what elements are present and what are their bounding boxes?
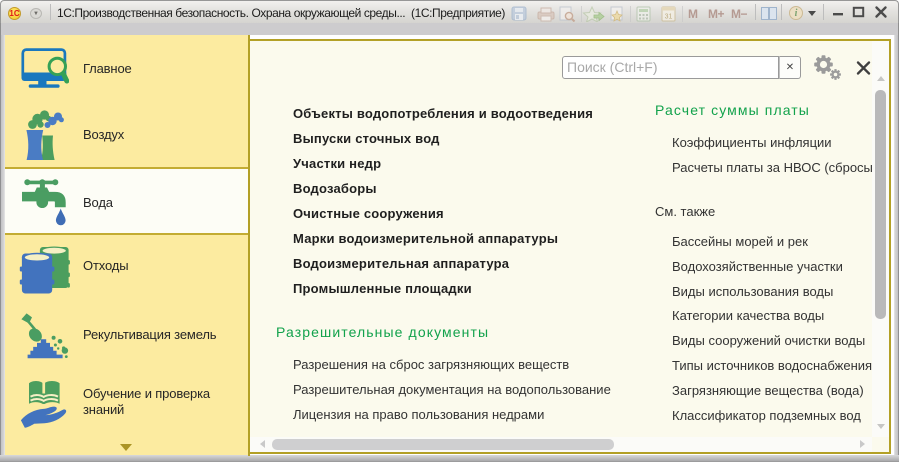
svg-text:31: 31 [665,14,673,21]
